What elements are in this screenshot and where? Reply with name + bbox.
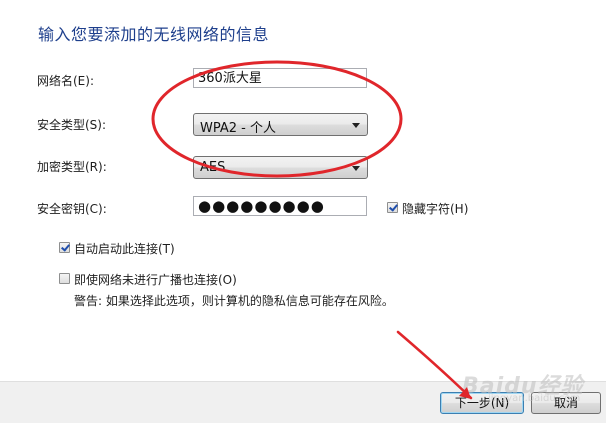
security-type-label: 安全类型(S): <box>37 118 107 132</box>
chevron-down-icon <box>352 166 360 171</box>
encryption-type-label: 加密类型(R): <box>37 160 107 174</box>
security-key-input[interactable]: ●●●●●●●●● <box>193 196 367 216</box>
chevron-down-icon <box>352 123 360 128</box>
encryption-type-select[interactable]: AES <box>193 156 368 179</box>
network-name-input[interactable]: 360派大星 <box>193 68 367 88</box>
dialog-title: 输入您要添加的无线网络的信息 <box>38 25 270 44</box>
network-name-label: 网络名(E): <box>37 74 94 88</box>
auto-connect-checkbox[interactable] <box>59 242 70 253</box>
watermark-url: jingyan.baidu.com <box>488 393 581 404</box>
hide-characters-checkbox[interactable] <box>387 202 398 213</box>
connect-hidden-checkbox[interactable] <box>59 273 70 284</box>
security-type-select[interactable]: WPA2 - 个人 <box>193 113 368 136</box>
connect-hidden-label: 即使网络未进行广播也连接(O) <box>74 273 237 287</box>
privacy-warning-text: 警告: 如果选择此选项，则计算机的隐私信息可能存在风险。 <box>74 294 394 308</box>
auto-connect-label: 自动启动此连接(T) <box>74 242 175 256</box>
security-type-value: WPA2 - 个人 <box>200 121 276 136</box>
hide-characters-label: 隐藏字符(H) <box>402 202 469 216</box>
security-key-label: 安全密钥(C): <box>37 202 107 216</box>
encryption-type-value: AES <box>200 160 226 175</box>
